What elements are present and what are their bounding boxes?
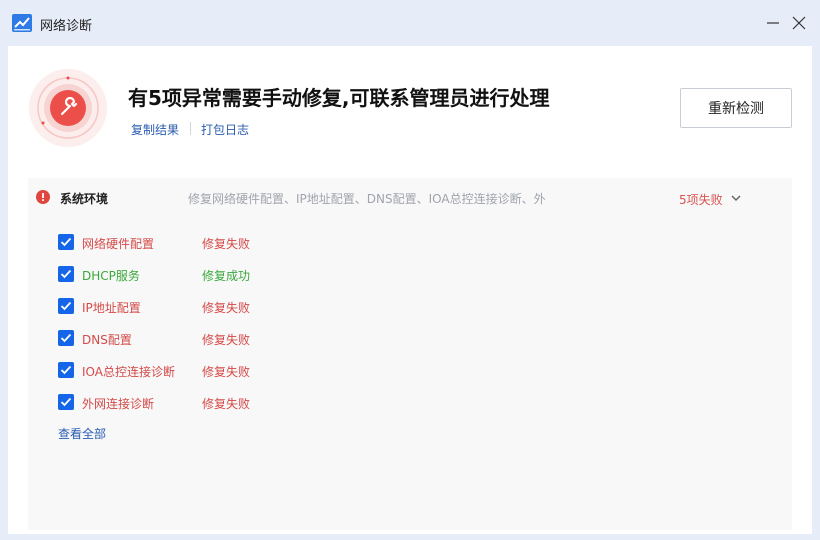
recheck-button[interactable]: 重新检测 xyxy=(680,88,792,128)
section-title: 系统环境 xyxy=(60,192,109,206)
wrench-icon xyxy=(29,69,107,147)
item-status: 修复失败 xyxy=(202,333,251,347)
main-content: 有5项异常需要手动修复,可联系管理员进行处理 复制结果 打包日志 重新检测 系统… xyxy=(8,46,812,534)
window-title: 网络诊断 xyxy=(40,19,93,34)
item-status: 修复失败 xyxy=(202,301,251,315)
item-status: 修复失败 xyxy=(202,365,251,379)
error-circle-icon xyxy=(36,190,50,204)
list-item-external: 外网连接诊断 修复失败 xyxy=(58,392,418,412)
item-status: 修复失败 xyxy=(202,237,251,251)
chart-line-icon xyxy=(12,14,32,32)
item-label: IP地址配置 xyxy=(82,301,141,315)
list-item-hardware: 网络硬件配置 修复失败 xyxy=(58,232,418,252)
section-description: 修复网络硬件配置、IP地址配置、DNS配置、IOA总控连接诊断、外 xyxy=(188,192,546,206)
view-all-link[interactable]: 查看全部 xyxy=(58,425,106,442)
item-checkbox[interactable] xyxy=(58,298,74,314)
item-checkbox[interactable] xyxy=(58,266,74,282)
item-label: IOA总控连接诊断 xyxy=(82,365,175,379)
minimize-icon[interactable] xyxy=(764,14,782,32)
list-item-ioa: IOA总控连接诊断 修复失败 xyxy=(58,360,418,380)
item-label: DHCP服务 xyxy=(82,269,140,283)
item-status: 修复成功 xyxy=(202,269,251,283)
pack-logs-link[interactable]: 打包日志 xyxy=(201,121,249,138)
item-label: 外网连接诊断 xyxy=(82,397,155,411)
item-status: 修复失败 xyxy=(202,397,251,411)
item-label: 网络硬件配置 xyxy=(82,237,155,251)
link-divider xyxy=(190,122,191,135)
list-item-ip: IP地址配置 修复失败 xyxy=(58,296,418,316)
page-title: 有5项异常需要手动修复,可联系管理员进行处理 xyxy=(128,86,550,110)
system-environment-section: 系统环境 修复网络硬件配置、IP地址配置、DNS配置、IOA总控连接诊断、外 5… xyxy=(28,178,792,530)
item-checkbox[interactable] xyxy=(58,394,74,410)
list-item-dhcp: DHCP服务 修复成功 xyxy=(58,264,418,284)
list-item-dns: DNS配置 修复失败 xyxy=(58,328,418,348)
item-checkbox[interactable] xyxy=(58,362,74,378)
close-icon[interactable] xyxy=(790,14,808,32)
copy-results-link[interactable]: 复制结果 xyxy=(131,121,179,138)
chevron-down-icon[interactable] xyxy=(730,193,742,203)
item-checkbox[interactable] xyxy=(58,330,74,346)
title-bar: 网络诊断 xyxy=(0,0,820,46)
fail-count: 5项失败 xyxy=(679,193,723,207)
item-label: DNS配置 xyxy=(82,333,132,347)
item-checkbox[interactable] xyxy=(58,234,74,250)
